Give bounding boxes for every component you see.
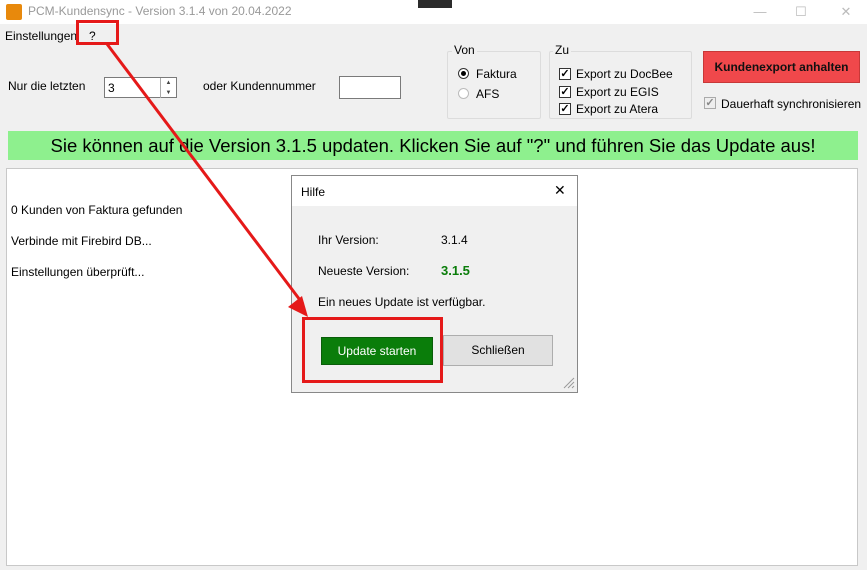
window-title: PCM-Kundensync - Version 3.1.4 von 20.04… xyxy=(28,4,292,18)
log-line: Verbinde mit Firebird DB... xyxy=(11,234,152,248)
spin-down-icon[interactable]: ▼ xyxy=(160,88,176,98)
resize-grip-icon[interactable] xyxy=(563,377,575,389)
app-icon xyxy=(6,4,22,20)
your-version-value: 3.1.4 xyxy=(441,233,468,247)
close-window-icon[interactable]: ✕ xyxy=(831,3,861,21)
help-menu-highlight xyxy=(76,20,119,45)
stop-export-button[interactable]: Kundenexport anhalten xyxy=(703,51,860,83)
checkbox-egis[interactable]: ✓ xyxy=(559,86,571,98)
radio-faktura[interactable] xyxy=(458,68,469,79)
last-count-value: 3 xyxy=(108,81,115,95)
dialog-title-bar xyxy=(292,176,577,206)
zu-title: Zu xyxy=(553,43,572,57)
your-version-label: Ihr Version: xyxy=(318,233,379,247)
checkbox-atera-label: Export zu Atera xyxy=(576,102,659,116)
minimize-icon[interactable]: — xyxy=(745,3,775,21)
radio-afs-label: AFS xyxy=(476,87,500,101)
radio-afs[interactable] xyxy=(458,88,469,99)
checkbox-docbee[interactable]: ✓ xyxy=(559,68,571,80)
latest-version-label: Neueste Version: xyxy=(318,264,410,278)
update-message: Ein neues Update ist verfügbar. xyxy=(318,295,486,309)
update-button-highlight xyxy=(302,317,443,383)
checkbox-sync-label: Dauerhaft synchronisieren xyxy=(721,97,862,111)
checkbox-sync[interactable]: ✓ xyxy=(704,97,716,109)
dialog-close-icon[interactable]: ✕ xyxy=(554,182,566,199)
customer-number-input[interactable] xyxy=(339,76,401,99)
drag-handle[interactable] xyxy=(418,0,452,8)
menu-settings[interactable]: Einstellungen xyxy=(5,29,77,43)
update-banner: Sie können auf die Version 3.1.5 updaten… xyxy=(8,131,858,160)
radio-faktura-label: Faktura xyxy=(476,67,517,81)
last-count-stepper[interactable]: 3 ▲ ▼ xyxy=(104,77,177,98)
log-line: Einstellungen überprüft... xyxy=(11,265,145,279)
checkbox-docbee-label: Export zu DocBee xyxy=(576,67,673,81)
spin-up-icon[interactable]: ▲ xyxy=(160,78,176,88)
log-line: 0 Kunden von Faktura gefunden xyxy=(11,203,183,217)
checkbox-atera[interactable]: ✓ xyxy=(559,103,571,115)
checkbox-egis-label: Export zu EGIS xyxy=(576,85,659,99)
latest-version-value: 3.1.5 xyxy=(441,263,470,278)
von-title: Von xyxy=(452,43,477,57)
customer-label: oder Kundennummer xyxy=(203,79,316,93)
von-group xyxy=(447,51,541,119)
last-label: Nur die letzten xyxy=(8,79,86,93)
maximize-icon[interactable]: ☐ xyxy=(786,3,816,21)
dialog-title: Hilfe xyxy=(301,185,326,199)
dialog-close-button[interactable]: Schließen xyxy=(443,335,553,366)
